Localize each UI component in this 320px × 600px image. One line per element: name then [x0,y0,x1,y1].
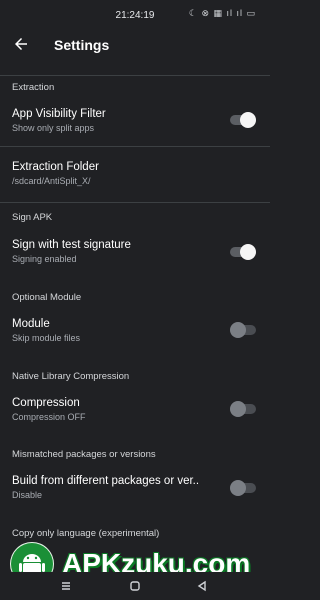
page-title: Settings [54,37,110,53]
module-summary: Skip module files [12,333,81,343]
toolbar: Settings [0,32,270,62]
home-icon[interactable] [129,580,141,592]
build-different-packages-summary: Disable [12,490,43,500]
build-different-packages-title[interactable]: Build from different packages or ver.. [12,475,199,487]
module-switch[interactable] [230,322,256,338]
extraction-folder-summary: /sdcard/AntiSplit_X/ [12,176,91,186]
navigation-bar [0,572,270,600]
switch-thumb [230,480,246,496]
compression-summary: Compression OFF [12,412,86,422]
category-extraction: Extraction [12,82,55,93]
category-native-library-compression: Native Library Compression [12,371,130,382]
status-bar: 21:24:19 ☾ ⊗ ▦ ıl ıl ▭ [0,0,270,32]
build-different-packages-switch[interactable] [230,480,256,496]
status-icons: ☾ ⊗ ▦ ıl ıl ▭ [188,8,256,18]
recents-icon[interactable] [60,580,72,592]
sign-test-signature-summary: Signing enabled [12,254,77,264]
switch-thumb [230,401,246,417]
extraction-folder-title[interactable]: Extraction Folder [12,161,99,173]
app-visibility-filter-title[interactable]: App Visibility Filter [12,108,106,120]
switch-thumb [230,322,246,338]
divider [0,146,270,147]
category-optional-module: Optional Module [12,292,82,303]
switch-thumb [240,112,256,128]
back-nav-icon[interactable] [196,580,208,592]
back-arrow-icon[interactable] [12,35,30,53]
divider [0,202,270,203]
module-title[interactable]: Module [12,318,50,330]
compression-switch[interactable] [230,401,256,417]
sign-test-signature-switch[interactable] [230,244,256,260]
sign-test-signature-title[interactable]: Sign with test signature [12,239,131,251]
category-sign-apk: Sign APK [12,212,53,223]
category-mismatched-packages: Mismatched packages or versions [12,449,156,460]
compression-title[interactable]: Compression [12,397,80,409]
app-visibility-filter-switch[interactable] [230,112,256,128]
divider [0,75,270,76]
category-copy-only-language: Copy only language (experimental) [12,528,160,539]
app-visibility-filter-summary: Show only split apps [12,123,95,133]
switch-thumb [240,244,256,260]
